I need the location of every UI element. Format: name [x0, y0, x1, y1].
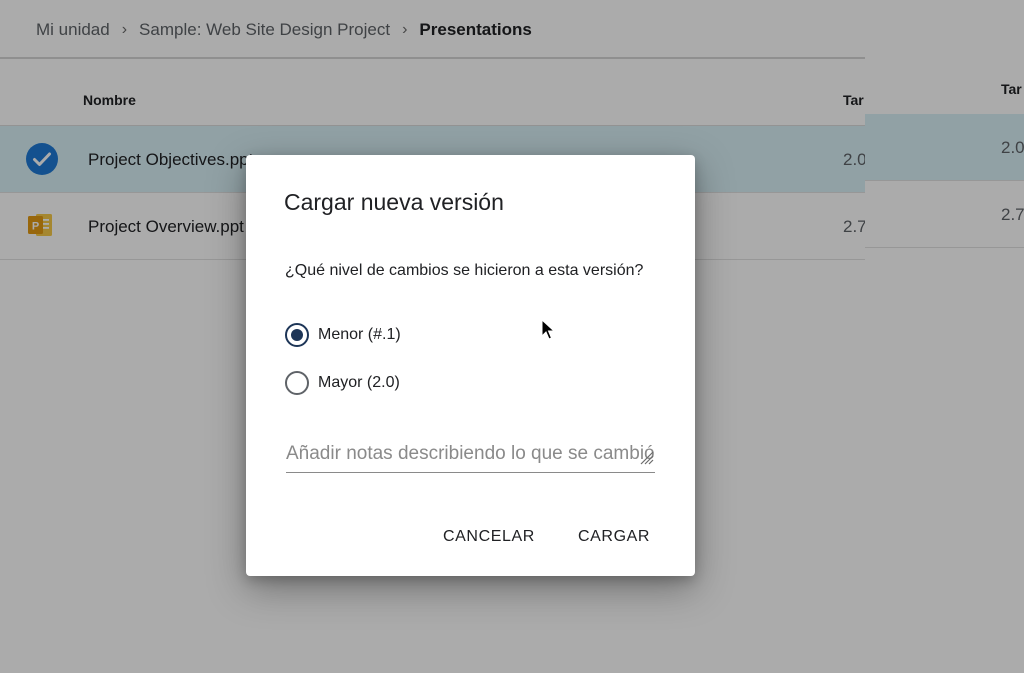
upload-button[interactable]: CARGAR: [578, 525, 650, 549]
minor-version-label[interactable]: Menor (#.1): [318, 326, 401, 344]
cancel-button[interactable]: CANCELAR: [443, 525, 535, 549]
version-notes-field[interactable]: [286, 439, 655, 473]
upload-new-version-dialog: Cargar nueva versión ¿Qué nivel de cambi…: [246, 155, 695, 576]
radio-unchecked-icon[interactable]: [285, 371, 309, 395]
minor-version-radio[interactable]: Menor (#.1): [285, 322, 401, 348]
mouse-pointer-icon: [541, 319, 555, 340]
major-version-radio[interactable]: Mayor (2.0): [285, 370, 400, 396]
radio-checked-icon[interactable]: [285, 323, 309, 347]
change-level-question: ¿Qué nivel de cambios se hicieron a esta…: [285, 262, 644, 279]
resize-handle-icon[interactable]: [638, 449, 654, 465]
major-version-label[interactable]: Mayor (2.0): [318, 374, 400, 392]
dialog-title: Cargar nueva versión: [284, 189, 504, 215]
